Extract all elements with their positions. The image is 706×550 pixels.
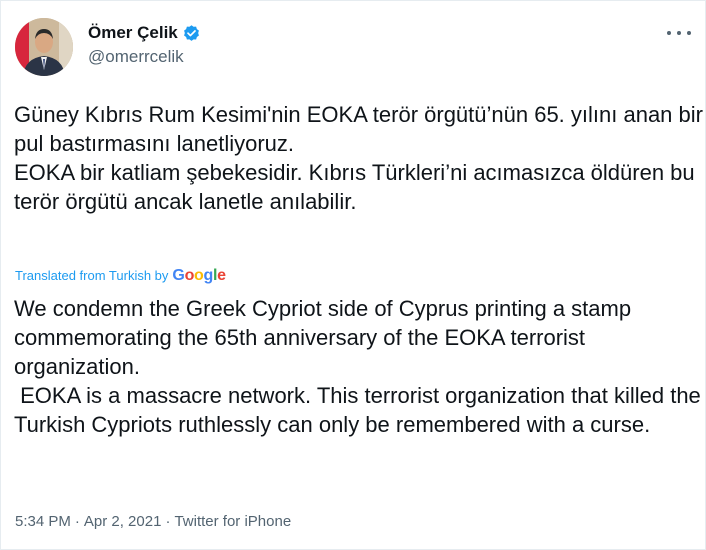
tweet-meta: 5:34 PM · Apr 2, 2021 · Twitter for iPho… (15, 512, 291, 532)
tweet-card: Ömer Çelik @omerrcelik Güney Kıbrıs Rum … (0, 0, 706, 550)
tweet-source[interactable]: Twitter for iPhone (174, 512, 291, 532)
meta-separator: · (74, 513, 80, 530)
translated-label: Translated from Turkish by (15, 268, 169, 283)
avatar[interactable] (15, 18, 73, 76)
more-options-icon[interactable] (667, 23, 691, 43)
more-dot-icon (687, 31, 691, 35)
tweet-date[interactable]: Apr 2, 2021 (84, 512, 162, 532)
more-dot-icon (667, 31, 671, 35)
author-handle[interactable]: @omerrcelik (88, 47, 184, 67)
tweet-text: Güney Kıbrıs Rum Kesimi'nin EOKA terör ö… (14, 102, 703, 214)
google-logo-icon: Google (172, 267, 226, 284)
translated-text: We condemn the Greek Cypriot side of Cyp… (14, 296, 701, 437)
author-name-row[interactable]: Ömer Çelik (88, 23, 201, 43)
translation-attribution: Translated from Turkish by Google (15, 267, 226, 285)
tweet-time[interactable]: 5:34 PM (15, 512, 71, 532)
meta-separator: · (165, 513, 171, 530)
more-dot-icon (677, 31, 681, 35)
author-display-name[interactable]: Ömer Çelik (88, 23, 178, 43)
avatar-image (15, 18, 73, 76)
verified-badge-icon (182, 24, 201, 43)
